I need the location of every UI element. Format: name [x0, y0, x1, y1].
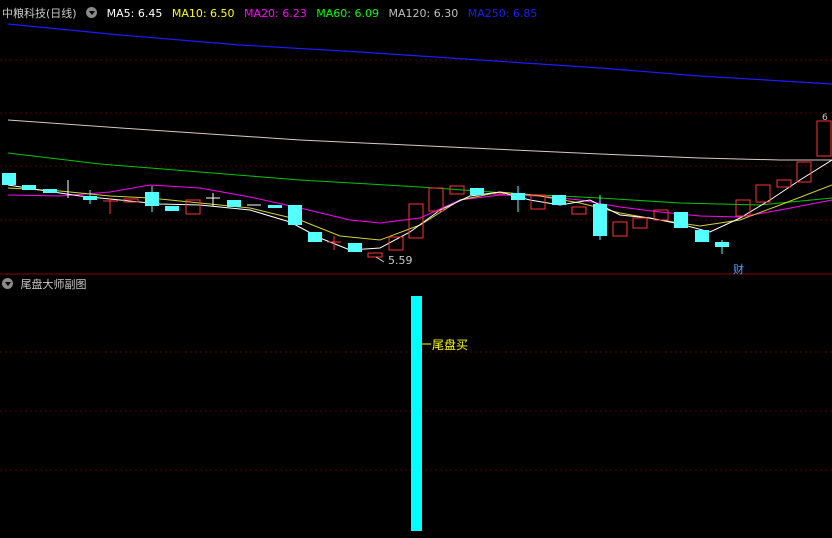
ma120-line	[7, 119, 832, 161]
price-chart-canvas[interactable]	[0, 0, 832, 538]
stock-chart-window: 中粮科技(日线) MA5: 6.45 MA10: 6.50 MA20: 6.23…	[0, 0, 832, 538]
high-marker: 6	[822, 113, 828, 123]
sub-chart-title: 尾盘大师副图	[20, 278, 87, 291]
chevron-down-icon[interactable]	[2, 278, 13, 289]
tail-buy-signal-bar	[411, 296, 422, 531]
low-price-arrow	[375, 256, 385, 263]
finance-marker[interactable]: 财	[733, 261, 744, 277]
low-price-label: 5.59	[388, 254, 413, 267]
tail-buy-label: 尾盘买	[432, 338, 469, 352]
ma250-line	[7, 23, 832, 85]
sub-chart-header: 尾盘大师副图	[2, 277, 87, 293]
